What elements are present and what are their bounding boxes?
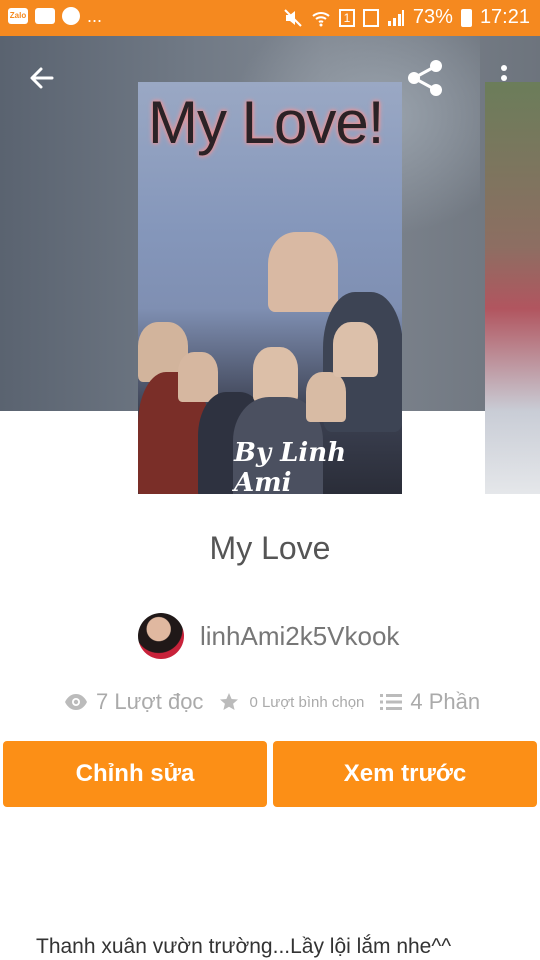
eye-icon xyxy=(65,694,87,710)
message-icon xyxy=(35,8,55,24)
reads-count: 7 Lượt đọc xyxy=(96,689,204,714)
wifi-icon xyxy=(312,11,330,26)
author-avatar[interactable] xyxy=(138,613,184,659)
share-button[interactable] xyxy=(404,58,448,98)
cover-figure xyxy=(178,352,218,402)
author-name[interactable]: linhAmi2k5Vkook xyxy=(200,621,399,652)
list-icon xyxy=(380,694,403,710)
arrow-left-icon xyxy=(30,67,54,89)
signal-box-icon xyxy=(362,8,379,27)
parts-count: 4 Phần xyxy=(410,689,481,714)
story-title: My Love xyxy=(209,530,331,566)
cover-figure xyxy=(333,322,378,377)
votes-stat: 0 Lượt bình chọn xyxy=(219,692,364,712)
battery-percent: 73% xyxy=(412,6,453,28)
system-icons: 1 73% 17:21 xyxy=(283,6,530,29)
star-icon xyxy=(220,693,239,710)
story-cover-image[interactable]: My Love! By Linh Ami xyxy=(138,82,402,494)
parts-stat: 4 Phần xyxy=(380,689,480,715)
edit-button[interactable]: Chỉnh sửa xyxy=(3,741,267,807)
back-button[interactable] xyxy=(24,60,60,96)
more-notifications-indicator: ... xyxy=(87,6,103,26)
messenger-icon xyxy=(62,7,80,25)
clock: 17:21 xyxy=(479,6,530,28)
notification-icons: Zalo ... xyxy=(8,7,102,25)
next-cover-image[interactable] xyxy=(485,82,540,494)
cover-figure xyxy=(268,232,338,312)
status-bar: Zalo ... 1 73% 17:21 xyxy=(0,0,540,36)
preview-button[interactable]: Xem trước xyxy=(273,741,537,807)
votes-count: 0 Lượt bình chọn xyxy=(249,693,365,711)
mute-icon xyxy=(284,8,302,27)
sim-badge: 1 xyxy=(338,8,355,27)
cover-figure xyxy=(253,347,298,402)
share-icon xyxy=(408,60,442,96)
cover-author-text: By Linh Ami xyxy=(234,438,347,494)
cover-title-text: My Love! xyxy=(148,89,384,156)
story-stats: 7 Lượt đọc 0 Lượt bình chọn 4 Phần xyxy=(64,684,504,720)
signal-icon xyxy=(387,9,404,26)
story-description: Thanh xuân vườn trường...Lầy lội lắm nhe… xyxy=(36,935,452,958)
author-row[interactable]: linhAmi2k5Vkook xyxy=(138,613,399,659)
battery-icon xyxy=(460,8,472,27)
zalo-icon: Zalo xyxy=(8,8,28,24)
cover-figure xyxy=(306,372,346,422)
reads-stat: 7 Lượt đọc xyxy=(64,689,203,715)
